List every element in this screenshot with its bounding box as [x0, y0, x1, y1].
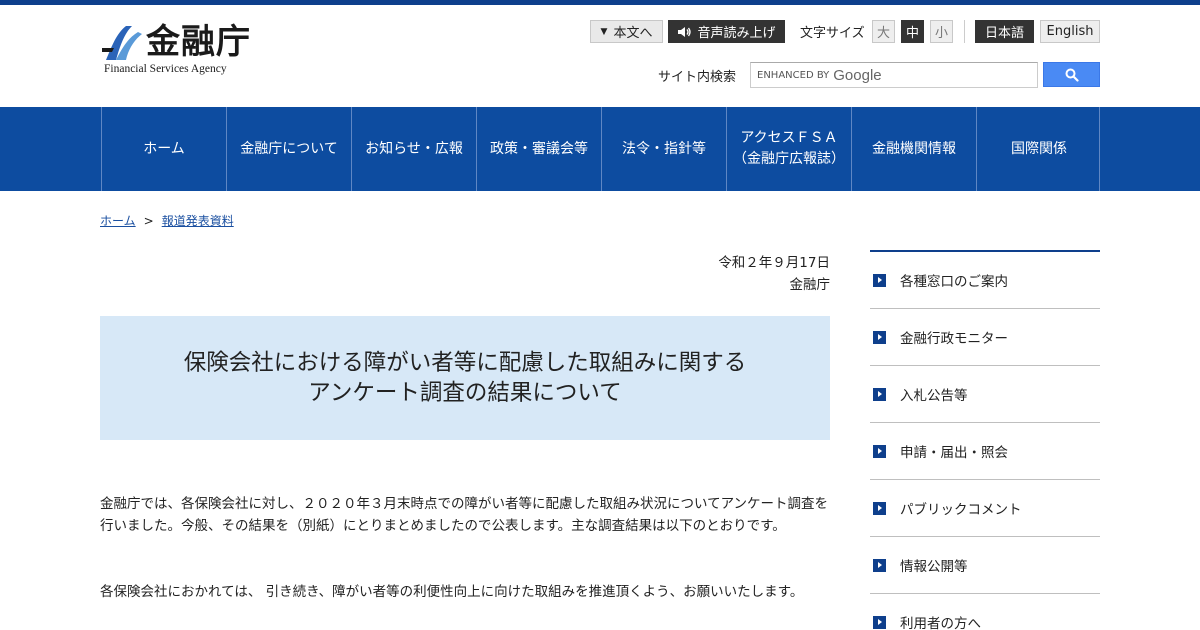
skip-label: 本文へ — [613, 26, 653, 41]
nav-label: ホーム — [143, 140, 185, 157]
breadcrumb-current-link[interactable]: 報道発表資料 — [162, 214, 234, 228]
font-size-large-button[interactable]: 大 — [872, 20, 895, 43]
skip-to-content-button[interactable]: ▼ 本文へ — [590, 20, 663, 43]
page-title-line1: 保険会社における障がい者等に配慮した取組みに関する — [183, 350, 747, 376]
search-icon — [1065, 68, 1079, 82]
nav-item-laws[interactable]: 法令・指針等 — [601, 107, 726, 191]
breadcrumb-separator: > — [143, 214, 154, 228]
logo-subtitle: Financial Services Agency — [104, 63, 227, 75]
arrow-bullet-icon — [873, 273, 886, 287]
font-size-medium-button[interactable]: 中 — [901, 20, 924, 43]
side-item-label: 利用者の方へ — [900, 616, 981, 630]
breadcrumb-home-link[interactable]: ホーム — [100, 214, 136, 228]
nav-label: 政策・審議会等 — [490, 140, 588, 157]
side-item-disclosure[interactable]: 情報公開等 — [870, 537, 1100, 594]
side-item-label: 各種窓口のご案内 — [900, 274, 1008, 290]
search-enhanced-label: ENHANCED BY — [757, 69, 830, 81]
nav-label: アクセスＦＳＡ （金融庁広報誌） — [733, 128, 845, 170]
nav-item-policy[interactable]: 政策・審議会等 — [476, 107, 601, 191]
site-logo[interactable]: 金融庁 Financial Services Agency — [102, 22, 272, 80]
nav-divider — [1099, 107, 1100, 191]
font-size-small-button[interactable]: 小 — [930, 20, 953, 43]
site-search-label: サイト内検索 — [658, 70, 737, 85]
nav-item-institutions[interactable]: 金融機関情報 — [851, 107, 976, 191]
font-size-label: 文字サイズ — [800, 26, 865, 41]
side-item-label: 金融行政モニター — [900, 331, 1008, 347]
top-stripe — [0, 0, 1200, 5]
side-item-public-comment[interactable]: パブリックコメント — [870, 480, 1100, 537]
arrow-bullet-icon — [873, 615, 886, 629]
nav-item-about[interactable]: 金融庁について — [226, 107, 351, 191]
side-item-label: 入札公告等 — [900, 388, 968, 404]
logo-title: 金融庁 — [146, 22, 251, 62]
side-item-contact[interactable]: 各種窓口のご案内 — [870, 252, 1100, 309]
nav-label: 金融庁について — [240, 140, 338, 157]
nav-label: 金融機関情報 — [872, 140, 956, 157]
nav-label: 法令・指針等 — [622, 140, 706, 157]
nav-label-line2: （金融庁広報誌） — [733, 151, 845, 167]
article-paragraph-1: 金融庁では、各保険会社に対し、２０２０年３月末時点での障がい者等に配慮した取組み… — [100, 496, 829, 534]
side-item-monitor[interactable]: 金融行政モニター — [870, 309, 1100, 366]
google-wordmark: Google — [833, 66, 882, 84]
voice-label: 音声読み上げ — [697, 26, 776, 41]
side-item-applications[interactable]: 申請・届出・照会 — [870, 423, 1100, 480]
side-item-bidding[interactable]: 入札公告等 — [870, 366, 1100, 423]
lang-english-button[interactable]: English — [1040, 20, 1100, 43]
nav-item-international[interactable]: 国際関係 — [976, 107, 1101, 191]
nav-item-access-fsa[interactable]: アクセスＦＳＡ （金融庁広報誌） — [726, 107, 851, 191]
nav-item-news[interactable]: お知らせ・広報 — [351, 107, 476, 191]
arrow-bullet-icon — [873, 330, 886, 344]
arrow-bullet-icon — [873, 387, 886, 401]
page-title-line2: アンケート調査の結果について — [308, 380, 622, 406]
search-input[interactable]: ENHANCED BY Google — [750, 62, 1038, 88]
lang-japanese-button[interactable]: 日本語 — [975, 20, 1034, 43]
arrow-bullet-icon — [873, 558, 886, 572]
breadcrumb: ホーム > 報道発表資料 — [100, 212, 234, 229]
nav-label: お知らせ・広報 — [365, 140, 463, 157]
article-paragraph-2: 各保険会社におかれては、 引き続き、障がい者等の利便性向上に向けた取組みを推進頂… — [100, 584, 804, 600]
side-item-label: パブリックコメント — [900, 502, 1022, 518]
article-meta: 令和２年９月17日 金融庁 — [718, 252, 830, 296]
search-button[interactable] — [1043, 62, 1100, 87]
side-item-label: 申請・届出・照会 — [900, 445, 1008, 461]
side-item-label: 情報公開等 — [900, 559, 968, 575]
side-item-users[interactable]: 利用者の方へ — [870, 594, 1100, 630]
nav-label: 国際関係 — [1011, 140, 1067, 157]
nav-item-home[interactable]: ホーム — [101, 107, 226, 191]
header-divider — [964, 20, 965, 43]
arrow-bullet-icon — [873, 501, 886, 515]
voice-reader-button[interactable]: 音声読み上げ — [668, 20, 785, 43]
fsa-logo-icon — [102, 26, 142, 60]
article-publisher: 金融庁 — [789, 277, 831, 293]
page-title: 保険会社における障がい者等に配慮した取組みに関する アンケート調査の結果について — [100, 316, 830, 440]
nav-label-line1: アクセスＦＳＡ — [740, 130, 838, 146]
arrow-bullet-icon — [873, 444, 886, 458]
article-date: 令和２年９月17日 — [718, 255, 830, 271]
triangle-down-icon: ▼ — [600, 26, 608, 37]
speaker-icon — [678, 26, 692, 37]
